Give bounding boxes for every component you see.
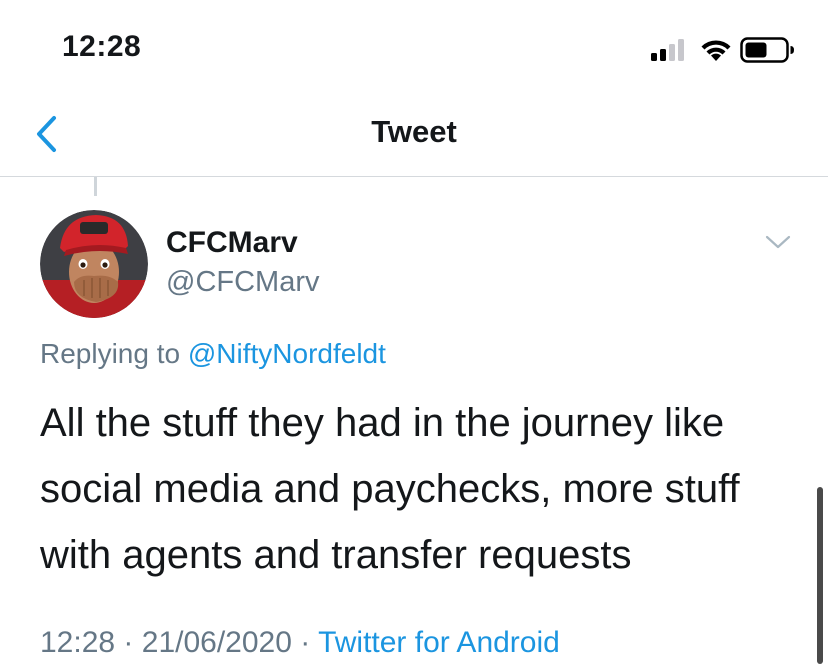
scrollbar[interactable] — [817, 487, 823, 664]
replying-to-label: Replying to — [40, 338, 181, 369]
reply-mention-link[interactable]: @NiftyNordfeldt — [188, 338, 386, 369]
meta-separator: · — [300, 626, 311, 659]
page-title: Tweet — [371, 114, 457, 149]
tweet-date: 21/06/2020 — [141, 626, 292, 659]
author-display-name[interactable]: CFCMarv — [166, 226, 298, 260]
tweet-meta: 12:28 · 21/06/2020 · Twitter for Android — [40, 626, 560, 660]
wifi-icon — [701, 40, 731, 61]
tweet-text: All the stuff they had in the journey li… — [40, 401, 740, 577]
status-bar: 12:28 — [0, 0, 828, 90]
meta-separator: · — [123, 626, 134, 659]
nav-bar: Tweet — [0, 90, 828, 177]
status-time: 12:28 — [62, 30, 142, 63]
tweet-source-link[interactable]: Twitter for Android — [318, 626, 560, 659]
replying-to-line: Replying to @NiftyNordfeldt — [40, 338, 386, 370]
tweet-time: 12:28 — [40, 626, 116, 659]
avatar[interactable] — [40, 210, 148, 318]
thread-connector-line — [94, 177, 97, 196]
battery-icon — [740, 37, 794, 63]
chevron-down-icon[interactable] — [764, 232, 792, 252]
cellular-signal-icon — [651, 39, 684, 61]
author-handle[interactable]: @CFCMarv — [166, 266, 319, 299]
